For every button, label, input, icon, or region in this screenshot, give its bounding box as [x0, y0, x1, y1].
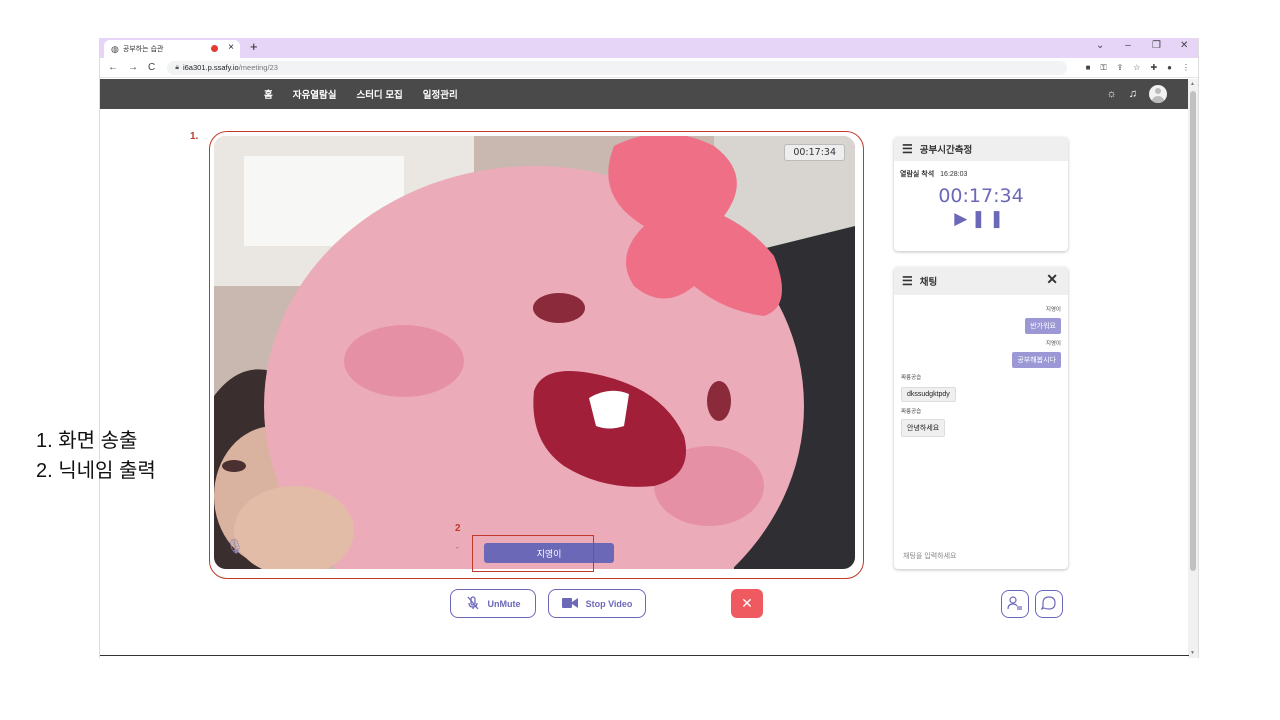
scroll-thumb[interactable] — [1190, 91, 1196, 571]
slide: ◍ 공부하는 습관 × + ⌄ – ❐ ✕ ← → C 🔒︎ i6a301.p.… — [0, 0, 1280, 720]
app-navbar: 홈 자유열람실 스터디 모집 일정관리 ☼ ♫ — [100, 79, 1189, 109]
chat-message: 지영이 반가워요 — [901, 305, 1061, 334]
browser-tab[interactable]: ◍ 공부하는 습관 × — [104, 40, 240, 58]
browser-nav: ← → C — [108, 62, 155, 73]
chat-close-icon[interactable]: ✕ — [1046, 271, 1058, 288]
annotation-label-2: 2 — [455, 523, 461, 534]
study-elapsed-time: 00:17:34 — [938, 185, 1024, 207]
video-camera-icon — [561, 597, 578, 611]
url-path: /meeting/23 — [238, 63, 278, 72]
chat-message: 짜릉공습 안녕하세요 — [901, 407, 1061, 437]
participants-icon — [1007, 595, 1023, 614]
new-tab-button[interactable]: + — [250, 39, 258, 54]
share-icon[interactable]: ⇪ — [1117, 63, 1124, 73]
video-frame-image — [214, 136, 855, 569]
bell-icon[interactable]: ♫ — [1129, 88, 1137, 100]
mic-off-icon: 🎙︎ — [226, 538, 244, 554]
more-icon[interactable]: ⋮ — [1182, 63, 1190, 73]
menu-icon[interactable]: ☰ — [902, 274, 913, 288]
key-icon[interactable]: ⚿ — [1100, 63, 1106, 73]
annotation-label-1: 1. — [190, 131, 199, 142]
chat-title: 채팅 — [919, 277, 938, 288]
menu-icon[interactable]: ☰ — [902, 142, 913, 156]
note-nickname-output: 2. 닉네임 출력 — [36, 460, 156, 482]
extensions-icon[interactable]: ✚ — [1150, 63, 1157, 73]
leave-button[interactable]: ✕ — [731, 589, 763, 618]
participants-button[interactable] — [1001, 590, 1029, 618]
study-time-header: ☰ 공부시간측정 — [894, 137, 1068, 161]
video-stream[interactable]: 00:17:34 🎙︎ 지영이 — [214, 136, 855, 569]
star-icon[interactable]: ☆ — [1133, 63, 1140, 73]
chat-panel: ☰ 채팅 ✕ 지영이 반가워요 지영이 공부해봅시다 짜릉공습 dkssudgk… — [894, 267, 1068, 569]
chat-toggle-button[interactable] — [1035, 590, 1063, 618]
message-sender: 지영이 — [1045, 341, 1061, 347]
unmute-button[interactable]: UnMute — [450, 589, 536, 618]
tab-close-icon[interactable]: × — [228, 42, 234, 53]
nav-study-recruit[interactable]: 스터디 모집 — [356, 87, 402, 101]
message-sender: 짜릉공습 — [901, 375, 922, 381]
restore-icon[interactable]: ❐ — [1152, 40, 1161, 51]
chat-message: 짜릉공습 dkssudgktpdy — [901, 373, 1061, 402]
study-time-title: 공부시간측정 — [919, 145, 973, 156]
sun-icon[interactable]: ☼ — [1107, 88, 1117, 100]
camera-icon[interactable]: ■ — [1086, 63, 1091, 73]
tab-title: 공부하는 습관 — [122, 46, 164, 53]
reload-icon[interactable]: C — [148, 62, 155, 73]
unmute-label: UnMute — [487, 598, 521, 609]
message-bubble: 안녕하세요 — [901, 419, 946, 437]
message-sender: 지영이 — [1045, 307, 1061, 313]
profile-icon[interactable]: ● — [1167, 63, 1172, 73]
study-time-panel: ☰ 공부시간측정 열람실 착석 16:28:03 00:17:34 ▶❚❚ — [894, 137, 1068, 251]
chat-messages: 지영이 반가워요 지영이 공부해봅시다 짜릉공습 dkssudgktpdy 짜릉… — [894, 295, 1068, 437]
lock-icon: 🔒︎ — [175, 63, 179, 71]
chat-message: 지영이 공부해봅시다 — [901, 339, 1061, 368]
minimize-icon[interactable]: – — [1124, 40, 1132, 51]
message-bubble: 반가워요 — [1025, 318, 1061, 334]
message-bubble: 공부해봅시다 — [1012, 352, 1061, 368]
globe-icon: ◍ — [111, 43, 119, 54]
tab-bar: ◍ 공부하는 습관 × + ⌄ – ❐ ✕ — [100, 38, 1198, 58]
main-menu: 홈 자유열람실 스터디 모집 일정관리 — [264, 79, 458, 109]
url-icons: ■ ⚿ ⇪ ☆ ✚ ● ⋮ — [1086, 63, 1190, 73]
address-bar-row: ← → C 🔒︎ i6a301.p.ssafy.io/meeting/23 ■ … — [100, 58, 1198, 78]
message-bubble: dkssudgktpdy — [901, 387, 956, 402]
enter-time: 16:28:03 — [940, 171, 968, 178]
mic-off-icon — [466, 595, 480, 612]
recording-icon — [211, 45, 218, 52]
avatar[interactable] — [1149, 85, 1167, 103]
play-pause-controls[interactable]: ▶❚❚ — [894, 209, 1068, 229]
enter-label: 열람실 착석 — [900, 171, 935, 178]
annotation-dash-2: - — [456, 543, 459, 552]
chat-header: ☰ 채팅 ✕ — [894, 267, 1068, 295]
nav-free-reading-room[interactable]: 자유열람실 — [293, 87, 337, 101]
forward-icon[interactable]: → — [128, 62, 138, 73]
elapsed-time-badge: 00:17:34 — [784, 144, 845, 161]
scroll-up-icon[interactable]: ▲ — [1190, 81, 1195, 87]
annotation-box-2 — [472, 535, 594, 572]
scroll-down-icon[interactable]: ▼ — [1190, 650, 1195, 656]
message-sender: 짜릉공습 — [901, 409, 922, 415]
scrollbar[interactable]: ▲ ▼ — [1188, 79, 1198, 658]
note-screen-stream: 1. 화면 송출 — [36, 430, 138, 452]
nav-schedule[interactable]: 일정관리 — [423, 87, 458, 101]
window-controls: ⌄ – ❐ ✕ — [1096, 40, 1188, 51]
stop-video-button[interactable]: Stop Video — [548, 589, 646, 618]
url-field[interactable]: 🔒︎ i6a301.p.ssafy.io/meeting/23 — [167, 60, 1068, 75]
navbar-right: ☼ ♫ — [1107, 79, 1167, 109]
page-divider — [100, 655, 1189, 656]
play-pause-icon[interactable]: ▶❚❚ — [954, 209, 1008, 228]
tab-search-icon[interactable]: ⌄ — [1096, 40, 1104, 51]
enter-time-row: 열람실 착석 16:28:03 — [894, 161, 1068, 179]
url-host: i6a301.p.ssafy.io — [182, 63, 239, 72]
stop-video-label: Stop Video — [585, 598, 633, 609]
nav-home[interactable]: 홈 — [264, 87, 273, 101]
chat-input[interactable]: 채팅을 입력하세요 — [903, 551, 956, 561]
chat-bubble-icon — [1040, 595, 1057, 614]
window-close-icon[interactable]: ✕ — [1180, 40, 1188, 51]
back-icon[interactable]: ← — [108, 62, 118, 73]
